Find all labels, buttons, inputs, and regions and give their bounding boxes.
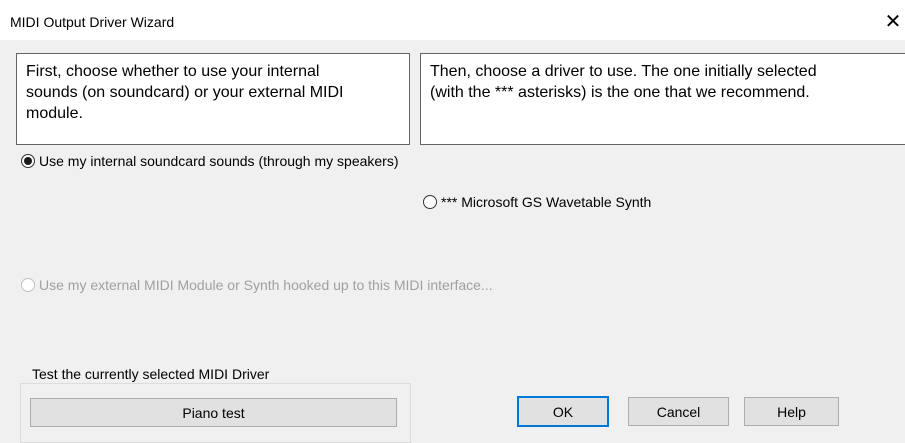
driver-radio[interactable] xyxy=(423,195,437,209)
help-button[interactable]: Help xyxy=(744,397,839,426)
close-icon[interactable]: ✕ xyxy=(881,10,905,34)
driver-label[interactable]: *** Microsoft GS Wavetable Synth xyxy=(441,194,651,210)
internal-sounds-label[interactable]: Use my internal soundcard sounds (throug… xyxy=(39,153,399,169)
instructions-right-box: Then, choose a driver to use. The one in… xyxy=(420,53,905,145)
test-driver-group-label: Test the currently selected MIDI Driver xyxy=(28,366,274,382)
driver-radio-option[interactable]: *** Microsoft GS Wavetable Synth xyxy=(423,194,651,210)
external-module-radio xyxy=(21,278,35,292)
instructions-left-box: First, choose whether to use your intern… xyxy=(16,53,410,145)
window-title: MIDI Output Driver Wizard xyxy=(10,14,175,30)
external-module-label: Use my external MIDI Module or Synth hoo… xyxy=(39,277,493,293)
title-bar: MIDI Output Driver Wizard ✕ xyxy=(0,0,905,40)
external-module-radio-option: Use my external MIDI Module or Synth hoo… xyxy=(21,277,493,293)
internal-sounds-radio[interactable] xyxy=(21,154,35,168)
cancel-button[interactable]: Cancel xyxy=(628,397,729,426)
ok-button[interactable]: OK xyxy=(517,396,609,427)
piano-test-button[interactable]: Piano test xyxy=(30,398,397,427)
internal-sounds-radio-option[interactable]: Use my internal soundcard sounds (throug… xyxy=(21,153,399,169)
